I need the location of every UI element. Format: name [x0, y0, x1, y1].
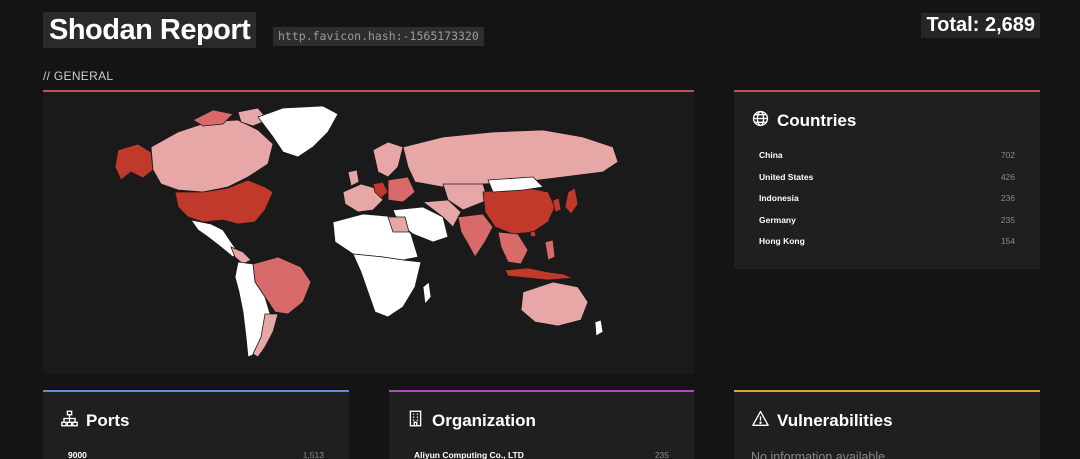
ports-header: Ports [61, 410, 129, 432]
search-query: http.favicon.hash:-1565173320 [273, 27, 484, 46]
globe-icon [752, 110, 769, 132]
countries-card: Countries China 702 United States 426 In… [734, 90, 1040, 269]
ports-title: Ports [86, 411, 130, 430]
map-region-australia[interactable] [520, 281, 589, 327]
map-region-japan[interactable] [564, 187, 579, 215]
port-count: 1,513 [302, 450, 324, 459]
map-region-china[interactable] [482, 186, 556, 235]
countries-list: China 702 United States 426 Indonesia 23… [759, 149, 1015, 257]
section-label-general: // GENERAL [43, 69, 114, 83]
world-map-card [43, 90, 694, 374]
ports-list: 9000 1,513 [68, 449, 324, 459]
port-number: 9000 [68, 450, 87, 459]
organization-list: Aliyun Computing Co., LTD 235 [414, 449, 669, 459]
list-item[interactable]: Aliyun Computing Co., LTD 235 [414, 449, 669, 459]
country-count: 426 [1000, 171, 1015, 182]
country-count: 236 [1000, 193, 1015, 204]
map-region-india[interactable] [457, 213, 494, 258]
organization-title: Organization [432, 411, 536, 430]
list-item[interactable]: Germany 235 [759, 214, 1015, 236]
organization-card: Organization Aliyun Computing Co., LTD 2… [389, 390, 694, 459]
organization-header: Organization [407, 410, 536, 432]
country-name: Indonesia [759, 193, 799, 204]
map-region-new-zealand[interactable] [594, 319, 604, 337]
map-region-korea[interactable] [552, 197, 562, 213]
country-name: Germany [759, 214, 796, 225]
map-region-philippines[interactable] [544, 239, 556, 261]
map-region-central-america[interactable] [230, 246, 252, 265]
list-item[interactable]: Hong Kong 154 [759, 235, 1015, 257]
map-region-scandinavia[interactable] [372, 141, 404, 178]
list-item[interactable]: 9000 1,513 [68, 449, 324, 459]
organization-name: Aliyun Computing Co., LTD [414, 450, 524, 459]
vulnerabilities-card: Vulnerabilities No information available [734, 390, 1040, 459]
country-name: Hong Kong [759, 236, 805, 247]
map-region-alaska[interactable] [114, 143, 154, 181]
countries-title: Countries [777, 111, 857, 130]
vulnerabilities-title: Vulnerabilities [777, 411, 893, 430]
world-map[interactable] [43, 92, 694, 374]
country-count: 235 [1000, 214, 1015, 225]
list-item[interactable]: United States 426 [759, 171, 1015, 193]
total-count: Total: 2,689 [921, 13, 1040, 38]
organization-count: 235 [654, 450, 669, 459]
country-name: China [759, 150, 783, 160]
map-region-mexico[interactable] [190, 219, 239, 258]
network-icon [61, 410, 78, 432]
map-region-indonesia[interactable] [504, 267, 574, 281]
map-region-canada[interactable] [150, 119, 274, 193]
page-title: Shodan Report [43, 12, 257, 48]
country-count: 702 [1000, 150, 1015, 160]
countries-header: Countries [752, 110, 856, 132]
map-region-southeast-asia[interactable] [497, 231, 529, 265]
vulnerabilities-header: Vulnerabilities [752, 410, 893, 432]
map-region-uk[interactable] [347, 169, 360, 187]
country-name: United States [759, 171, 814, 182]
map-region-hong-kong[interactable] [529, 230, 537, 238]
warning-icon [752, 410, 769, 432]
empty-state-text: No information available [751, 450, 886, 459]
ports-card: Ports 9000 1,513 [43, 390, 349, 459]
list-item[interactable]: Indonesia 236 [759, 192, 1015, 214]
map-region-europe-east[interactable] [387, 176, 416, 203]
map-region-madagascar[interactable] [422, 281, 432, 305]
building-icon [407, 410, 424, 432]
country-count: 154 [1000, 236, 1015, 247]
map-region-africa-south[interactable] [352, 253, 422, 318]
list-item[interactable]: China 702 [759, 149, 1015, 171]
